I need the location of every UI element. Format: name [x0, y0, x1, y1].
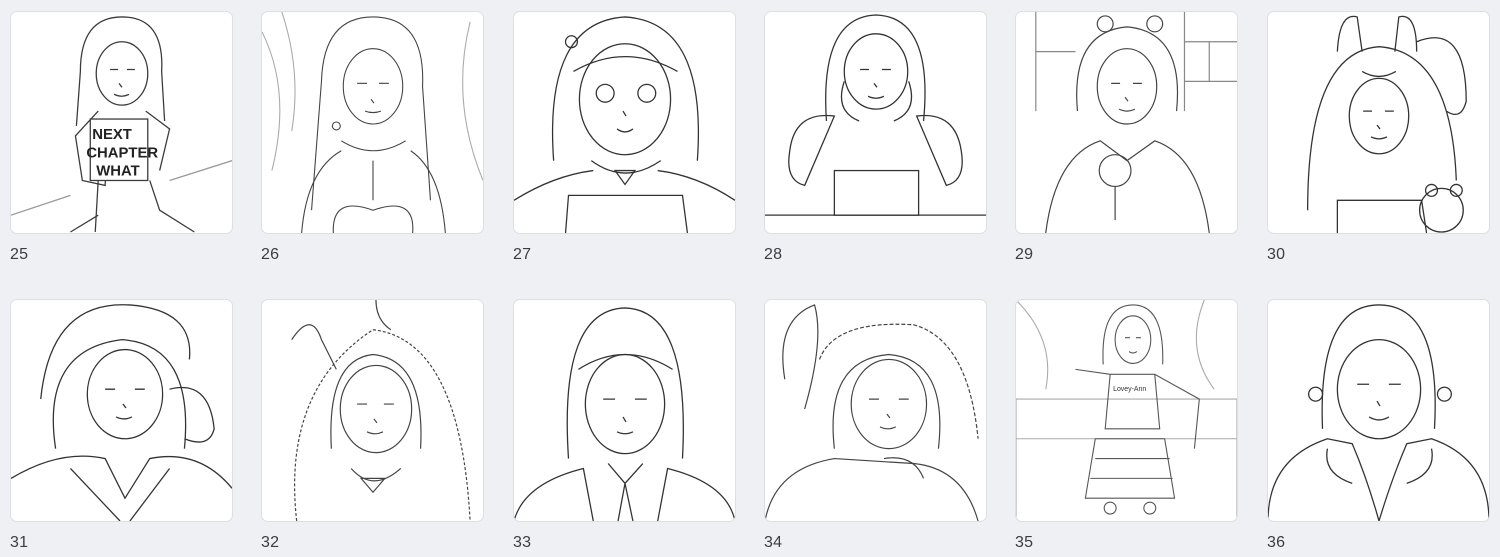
gallery-item-26[interactable]: 26 — [261, 11, 484, 265]
shirt-text-1: NEXT — [92, 127, 132, 143]
thumbnail-image[interactable] — [1015, 11, 1238, 234]
thumbnail-image[interactable] — [764, 299, 987, 522]
item-number: 36 — [1267, 534, 1286, 551]
item-number: 34 — [764, 534, 783, 551]
thumbnail-image[interactable] — [261, 11, 484, 234]
gallery-item-30[interactable]: 30 — [1267, 11, 1490, 265]
thumbnail-image[interactable]: Lovey-Ann — [1015, 299, 1238, 522]
gallery-item-35[interactable]: Lovey-Ann 35 — [1015, 299, 1238, 553]
gallery-item-33[interactable]: 33 — [513, 299, 736, 553]
thumbnail-image[interactable]: NEXT CHAPTER WHAT — [10, 11, 233, 234]
item-number: 28 — [764, 246, 783, 263]
item-number: 32 — [261, 534, 280, 551]
thumbnail-image[interactable] — [10, 299, 233, 522]
shirt-text-3: WHAT — [96, 164, 139, 180]
thumbnail-image[interactable] — [1267, 299, 1490, 522]
thumbnail-image[interactable] — [261, 299, 484, 522]
shirt-text: Lovey-Ann — [1113, 386, 1146, 393]
item-number: 27 — [513, 246, 532, 263]
item-number: 29 — [1015, 246, 1034, 263]
thumbnail-image[interactable] — [764, 11, 987, 234]
shirt-text-2: CHAPTER — [86, 146, 158, 162]
item-number: 33 — [513, 534, 532, 551]
thumbnail-image[interactable] — [513, 299, 736, 522]
gallery-item-28[interactable]: 28 — [764, 11, 987, 265]
thumbnail-image[interactable] — [1267, 11, 1490, 234]
gallery-item-27[interactable]: 27 — [513, 11, 736, 265]
gallery-item-34[interactable]: 34 — [764, 299, 987, 553]
gallery-item-32[interactable]: 32 — [261, 299, 484, 553]
item-number: 30 — [1267, 246, 1286, 263]
coloring-page-gallery: NEXT CHAPTER WHAT 25 26 27 28 29 30 31 3… — [0, 0, 1500, 557]
gallery-item-25[interactable]: NEXT CHAPTER WHAT 25 — [10, 11, 233, 265]
item-number: 25 — [10, 246, 29, 263]
gallery-item-31[interactable]: 31 — [10, 299, 233, 553]
item-number: 35 — [1015, 534, 1034, 551]
item-number: 31 — [10, 534, 29, 551]
gallery-item-29[interactable]: 29 — [1015, 11, 1238, 265]
thumbnail-image[interactable] — [513, 11, 736, 234]
gallery-item-36[interactable]: 36 — [1267, 299, 1490, 553]
item-number: 26 — [261, 246, 280, 263]
